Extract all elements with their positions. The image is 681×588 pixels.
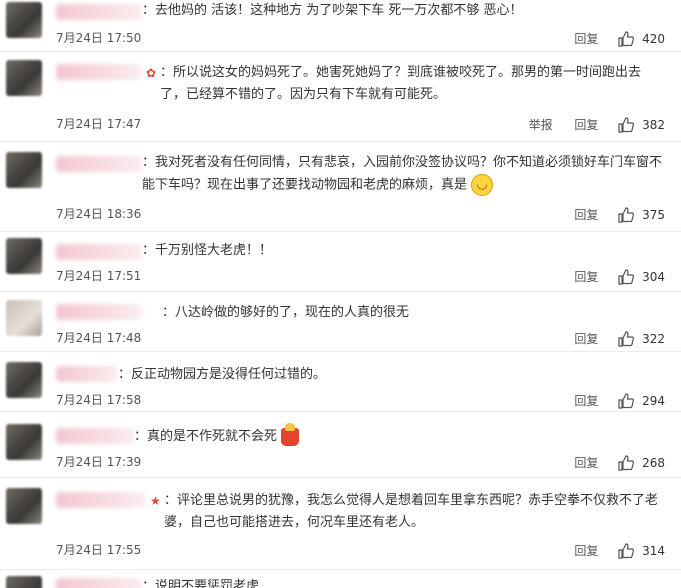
thumbs-up-icon[interactable] bbox=[618, 330, 635, 347]
like-count: 294 bbox=[642, 393, 665, 408]
reply-button[interactable]: 回复 bbox=[574, 31, 598, 47]
avatar[interactable] bbox=[6, 60, 42, 96]
gift-emoji-icon bbox=[281, 422, 300, 446]
comment-item: ：八达岭做的够好的了，现在的人真的很无 7月24日 17:48 回复 322 bbox=[0, 292, 681, 352]
commenter-name[interactable] bbox=[56, 304, 142, 320]
reply-button[interactable]: 回复 bbox=[574, 269, 598, 285]
report-button[interactable]: 举报 bbox=[529, 117, 553, 133]
thumbs-up-icon[interactable] bbox=[618, 392, 635, 409]
comment-actions: 举报 回复 382 bbox=[529, 116, 665, 133]
commenter-name[interactable] bbox=[56, 4, 142, 20]
comment-time: 7月24日 17:50 bbox=[56, 31, 142, 45]
comment-text: ：八达岭做的够好的了，现在的人真的很无 bbox=[162, 305, 410, 320]
comment-text: ：评论里总说男的犹豫，我怎么觉得人是想着回车里拿东西呢？赤手空拳不仅救不了老婆，… bbox=[164, 493, 659, 530]
comment-text: ：所以说这女的妈妈死了。她害死她妈了？到底谁被咬死了。那男的第一时间跑出去了，已… bbox=[160, 65, 642, 102]
like-count: 268 bbox=[642, 455, 665, 470]
like-count: 314 bbox=[642, 543, 665, 558]
commenter-name[interactable] bbox=[56, 64, 142, 80]
avatar[interactable] bbox=[6, 362, 42, 398]
comment-actions: 回复 322 bbox=[574, 330, 665, 347]
avatar[interactable] bbox=[6, 488, 42, 524]
avatar[interactable] bbox=[6, 576, 42, 588]
comment-text: ：我对死者没有任何同情，只有悲哀，入园前你没签协议吗？你不知道必须锁好车门车窗不… bbox=[142, 152, 663, 197]
like-count: 375 bbox=[642, 207, 665, 222]
comment-text: ：说明不要惩罚老虎 bbox=[142, 579, 260, 588]
commenter-name[interactable] bbox=[56, 492, 146, 508]
like-count: 304 bbox=[642, 269, 665, 284]
reply-button[interactable]: 回复 bbox=[574, 393, 598, 409]
comment-time: 7月24日 17:51 bbox=[56, 269, 142, 283]
comment-item: ★ ：评论里总说男的犹豫，我怎么觉得人是想着回车里拿东西呢？赤手空拳不仅救不了老… bbox=[0, 478, 681, 570]
comment-list: ：去他妈的 活该！这种地方 为了吵架下车 死一万次都不够 恶心！ 7月24日 1… bbox=[0, 0, 681, 588]
avatar[interactable] bbox=[6, 238, 42, 274]
reply-button[interactable]: 回复 bbox=[574, 117, 598, 133]
comment-actions: 回复 294 bbox=[574, 392, 665, 409]
avatar[interactable] bbox=[6, 300, 42, 336]
comment-actions: 回复 375 bbox=[574, 206, 665, 223]
comment-item: ：真的是不作死就不会死 7月24日 17:39 回复 268 bbox=[0, 412, 681, 478]
comment-item: ：反正动物园方是没得任何过错的。 7月24日 17:58 回复 294 bbox=[0, 352, 681, 412]
like-count: 420 bbox=[642, 31, 665, 46]
vip-star-icon: ★ bbox=[150, 494, 161, 508]
avatar[interactable] bbox=[6, 424, 42, 460]
comment-time: 7月24日 17:55 bbox=[56, 543, 142, 557]
thumbs-up-icon[interactable] bbox=[618, 268, 635, 285]
thumbs-up-icon[interactable] bbox=[618, 542, 635, 559]
comment-time: 7月24日 17:58 bbox=[56, 393, 142, 407]
comment-time: 7月24日 17:47 bbox=[56, 117, 142, 131]
comment-text: ：反正动物园方是没得任何过错的。 bbox=[118, 367, 327, 382]
commenter-name[interactable] bbox=[56, 244, 142, 260]
avatar[interactable] bbox=[6, 152, 42, 188]
commenter-name[interactable] bbox=[56, 366, 118, 382]
comment-item: ：去他妈的 活该！这种地方 为了吵架下车 死一万次都不够 恶心！ 7月24日 1… bbox=[0, 0, 681, 52]
like-count: 382 bbox=[642, 117, 665, 132]
thumbs-up-icon[interactable] bbox=[618, 30, 635, 47]
comment-actions: 回复 420 bbox=[574, 30, 665, 47]
comment-actions: 回复 314 bbox=[574, 542, 665, 559]
like-count: 322 bbox=[642, 331, 665, 346]
comment-text: ：真的是不作死就不会死 bbox=[134, 422, 663, 448]
comment-item: ：我对死者没有任何同情，只有悲哀，入园前你没签协议吗？你不知道必须锁好车门车窗不… bbox=[0, 142, 681, 232]
comment-time: 7月24日 17:39 bbox=[56, 455, 142, 469]
smile-emoji-icon: ◡ bbox=[471, 174, 494, 196]
commenter-name[interactable] bbox=[56, 428, 134, 444]
commenter-name[interactable] bbox=[56, 578, 142, 588]
vip-star-icon: ✿ bbox=[146, 66, 157, 80]
comment-text: ：去他妈的 活该！这种地方 为了吵架下车 死一万次都不够 恶心！ bbox=[142, 3, 523, 18]
comment-actions: 回复 304 bbox=[574, 268, 665, 285]
reply-button[interactable]: 回复 bbox=[574, 331, 598, 347]
reply-button[interactable]: 回复 bbox=[574, 207, 598, 223]
comment-time: 7月24日 17:48 bbox=[56, 331, 142, 345]
comment-text: ：千万别怪大老虎！！ bbox=[142, 243, 273, 258]
thumbs-up-icon[interactable] bbox=[618, 206, 635, 223]
commenter-name[interactable] bbox=[56, 156, 142, 172]
thumbs-up-icon[interactable] bbox=[618, 116, 635, 133]
comment-item: ✿ ：所以说这女的妈妈死了。她害死她妈了？到底谁被咬死了。那男的第一时间跑出去了… bbox=[0, 52, 681, 142]
reply-button[interactable]: 回复 bbox=[574, 455, 598, 471]
comment-actions: 回复 268 bbox=[574, 454, 665, 471]
reply-button[interactable]: 回复 bbox=[574, 543, 598, 559]
avatar[interactable] bbox=[6, 2, 42, 38]
thumbs-up-icon[interactable] bbox=[618, 454, 635, 471]
comment-item: ：说明不要惩罚老虎 bbox=[0, 570, 681, 588]
comment-item: ：千万别怪大老虎！！ 7月24日 17:51 回复 304 bbox=[0, 232, 681, 292]
comment-time: 7月24日 18:36 bbox=[56, 207, 142, 221]
